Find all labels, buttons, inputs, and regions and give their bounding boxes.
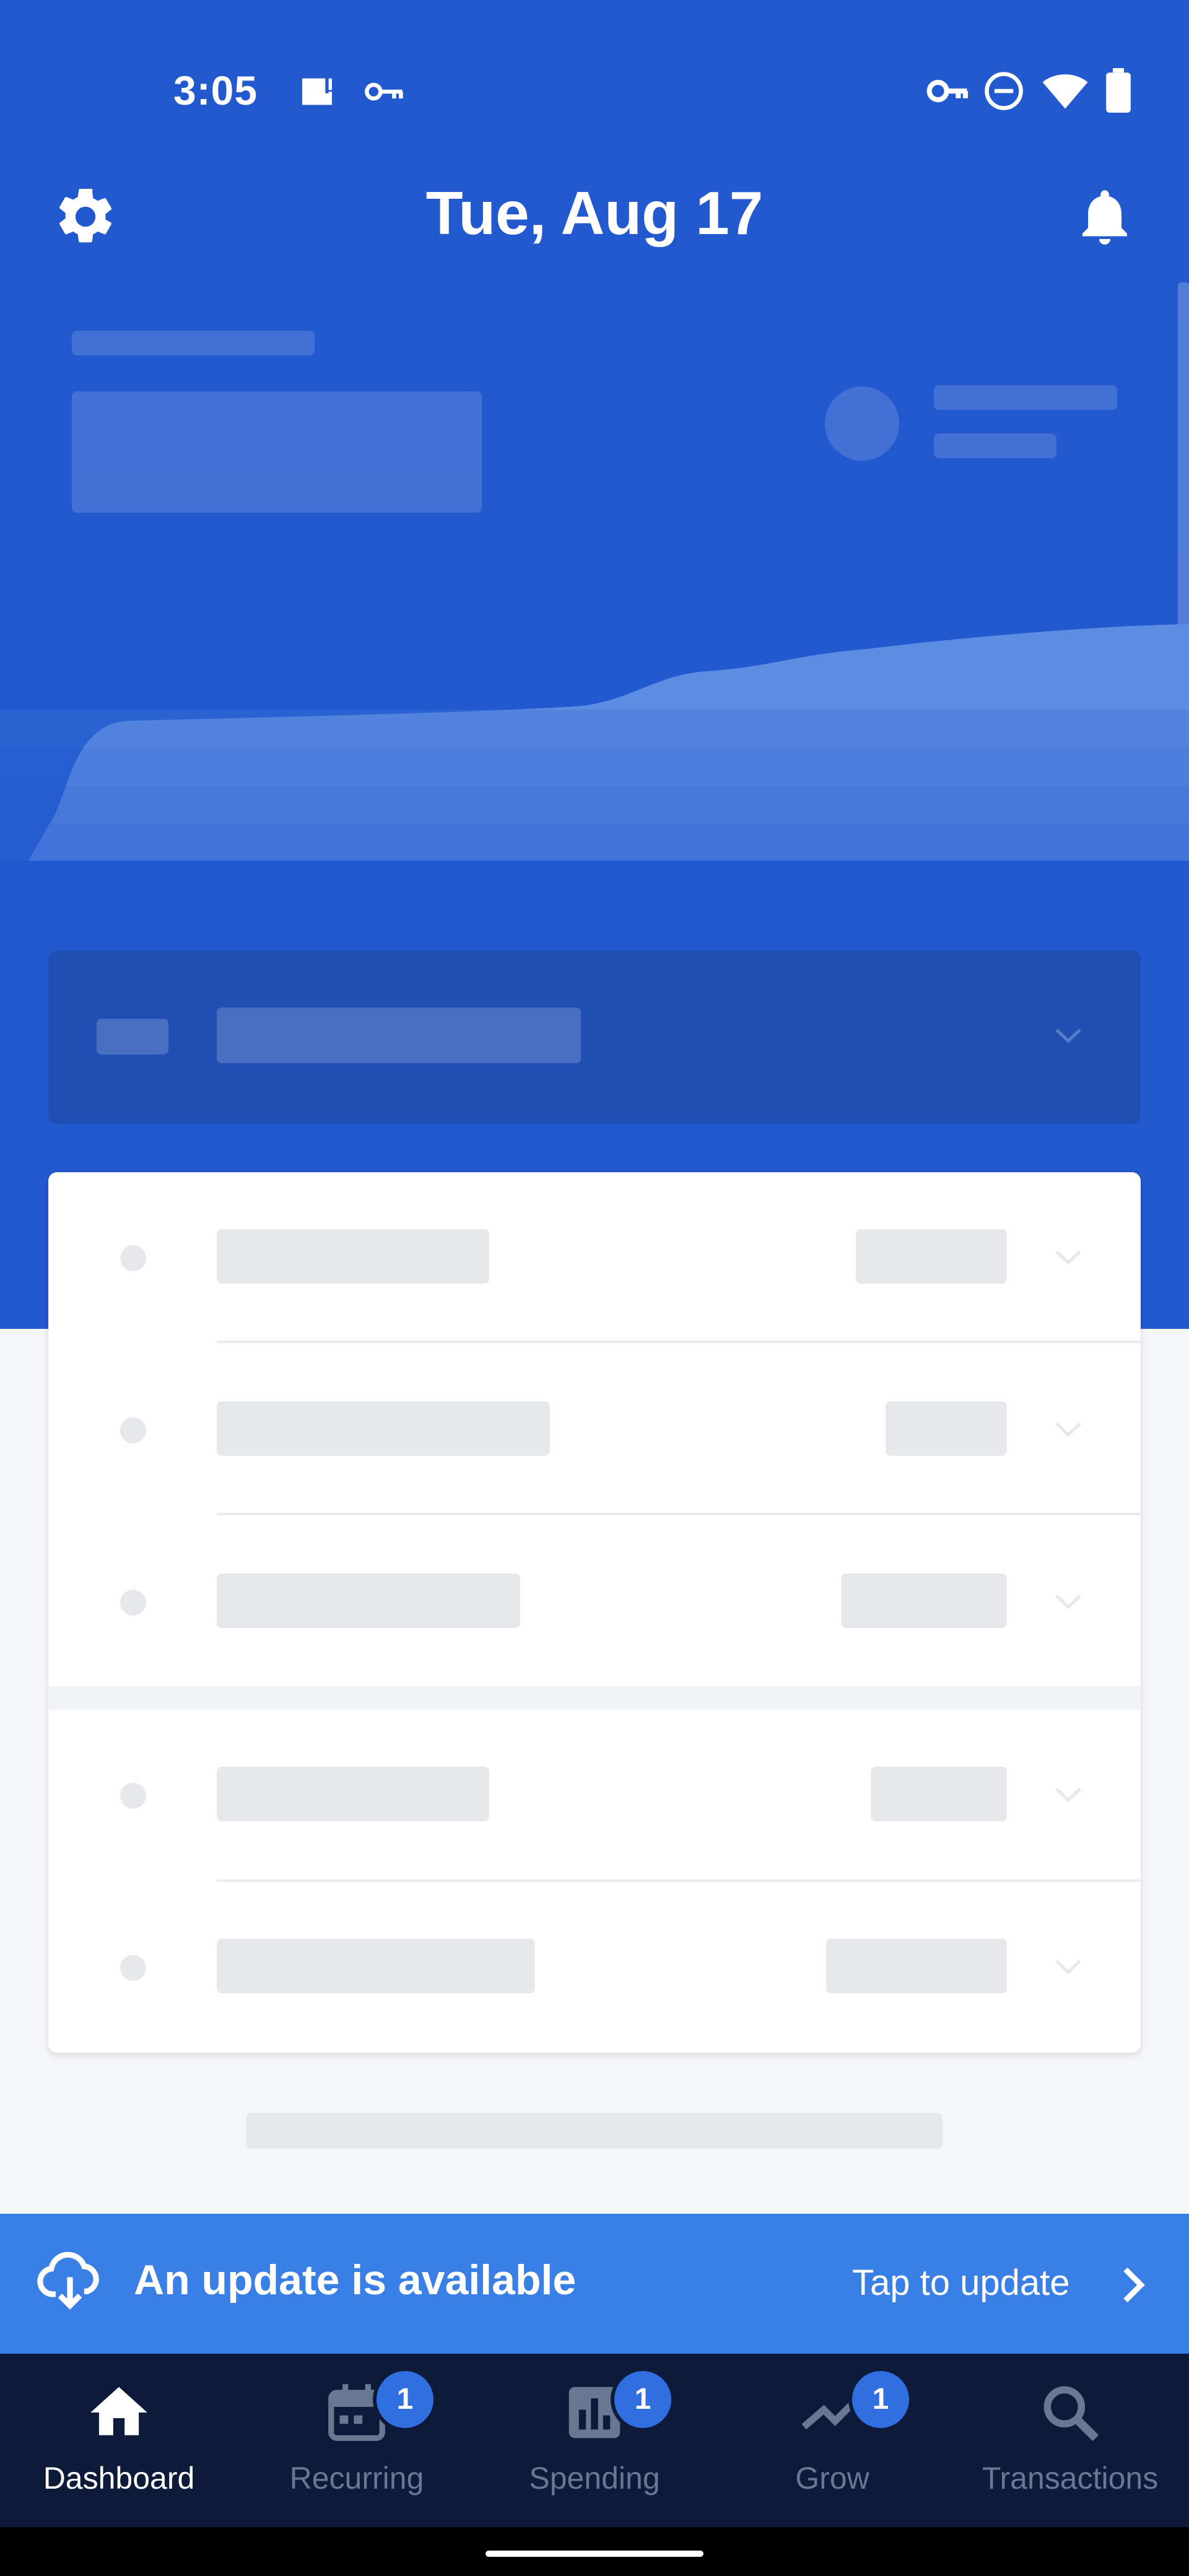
list-item[interactable] [48, 1172, 1141, 1344]
update-banner[interactable]: An update is available Tap to update [0, 2214, 1189, 2354]
nav-spending[interactable]: 1 Spending [476, 2354, 713, 2527]
cloud-download-icon [37, 2252, 99, 2310]
nav-label: Transactions [982, 2461, 1159, 2496]
home-gesture-pill[interactable] [486, 2551, 703, 2557]
item-amount-placeholder [841, 1573, 1007, 1628]
nav-dashboard[interactable]: Dashboard [0, 2354, 238, 2527]
chevron-down-icon[interactable] [1053, 1592, 1084, 1611]
list-item[interactable] [48, 1710, 1141, 1882]
item-name-placeholder [217, 1401, 550, 1456]
search-icon [1043, 2386, 1099, 2442]
divider [217, 1341, 1141, 1343]
net-worth-chart-placeholder [0, 624, 1189, 861]
wifi-icon [1042, 74, 1088, 109]
item-amount-placeholder [886, 1401, 1007, 1456]
notification-badge: 1 [848, 2367, 913, 2432]
section-divider [48, 1686, 1141, 1710]
item-name-placeholder [217, 1573, 520, 1628]
key-icon [365, 82, 403, 101]
status-time: 3:05 [173, 67, 258, 113]
bell-icon[interactable] [1071, 183, 1138, 250]
bottom-navigation: Dashboard 1 Recurring 1 Spending 1 Grow [0, 2354, 1189, 2527]
status-dot [120, 1955, 146, 1981]
nav-label: Spending [529, 2461, 660, 2496]
nav-recurring[interactable]: 1 Recurring [238, 2354, 476, 2527]
avatar-placeholder [825, 386, 899, 461]
nav-grow[interactable]: 1 Grow [713, 2354, 951, 2527]
nav-transactions[interactable]: Transactions [951, 2354, 1189, 2527]
balance-value-placeholder [72, 391, 482, 513]
tap-to-update-link[interactable]: Tap to update [852, 2262, 1070, 2304]
chevron-down-icon[interactable] [1053, 1026, 1084, 1045]
status-dot [120, 1590, 146, 1616]
nav-label: Dashboard [43, 2461, 195, 2496]
status-bar: 3:05 [0, 0, 1189, 180]
home-icon [90, 2387, 147, 2435]
filter-label-placeholder [217, 1007, 581, 1063]
status-dot [120, 1417, 146, 1443]
notification-badge: 1 [373, 2367, 437, 2432]
accounts-list-card [48, 1172, 1141, 2053]
system-navigation-bar [0, 2527, 1189, 2576]
chevron-down-icon[interactable] [1053, 1248, 1084, 1266]
list-item[interactable] [48, 1882, 1141, 2053]
legend-line-placeholder [934, 433, 1056, 458]
account-filter-card[interactable] [48, 951, 1141, 1124]
list-item[interactable] [48, 1344, 1141, 1516]
battery-icon [1106, 68, 1131, 113]
item-name-placeholder [217, 1767, 489, 1821]
image-alert-icon [302, 78, 332, 105]
filter-tag-placeholder [97, 1019, 168, 1055]
nav-label: Grow [795, 2461, 869, 2496]
chevron-right-icon[interactable] [1115, 2263, 1152, 2307]
status-dot [120, 1783, 146, 1809]
legend-line-placeholder [934, 385, 1117, 410]
item-amount-placeholder [826, 1939, 1007, 1993]
page-title: Tue, Aug 17 [425, 179, 764, 247]
chevron-down-icon[interactable] [1053, 1785, 1084, 1804]
vpn-key-icon [926, 79, 969, 103]
item-amount-placeholder [871, 1767, 1007, 1821]
notification-badge: 1 [611, 2367, 675, 2432]
nav-label: Recurring [289, 2461, 424, 2496]
item-name-placeholder [217, 1229, 489, 1284]
divider [217, 1513, 1141, 1515]
item-name-placeholder [217, 1939, 535, 1993]
do-not-disturb-icon [985, 72, 1023, 110]
update-message: An update is available [134, 2256, 577, 2304]
footer-text-placeholder [246, 2113, 943, 2149]
chevron-down-icon[interactable] [1053, 1957, 1084, 1976]
status-dot [120, 1245, 146, 1271]
list-item[interactable] [48, 1516, 1141, 1689]
balance-label-placeholder [72, 331, 315, 355]
chevron-down-icon[interactable] [1053, 1420, 1084, 1438]
item-amount-placeholder [856, 1229, 1007, 1284]
